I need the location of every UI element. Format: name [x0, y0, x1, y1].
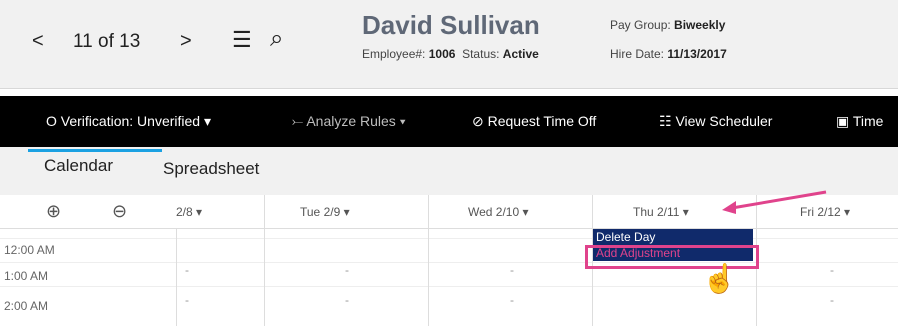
hand-cursor-icon: ☝	[702, 263, 737, 294]
time-label: 12:00 AM	[4, 243, 55, 257]
column-divider	[428, 195, 429, 228]
column-divider	[428, 228, 429, 326]
time-row: 2:00 AM - - - -	[0, 286, 898, 313]
request-time-off-button[interactable]: ⊘ Request Time Off	[472, 113, 596, 130]
action-toolbar: O Verification: Unverified ▾ ⤚ Analyze R…	[0, 96, 898, 147]
employee-meta: Employee#: 1006 Status: Active	[362, 47, 539, 61]
view-scheduler-button[interactable]: ☷ View Scheduler	[659, 113, 772, 130]
pay-group: Pay Group: Biweekly	[610, 18, 726, 32]
column-divider	[176, 228, 177, 326]
empty-cell: -	[510, 263, 514, 277]
column-divider	[264, 228, 265, 326]
time-row: 12:00 AM	[0, 238, 898, 263]
analyze-rules-button[interactable]: ⤚ Analyze Rules ▾	[292, 113, 406, 130]
day-header[interactable]: Wed 2/10 ▾	[468, 205, 529, 219]
menu-item-delete-day[interactable]: Delete Day	[593, 229, 753, 245]
employee-name: David Sullivan	[362, 10, 540, 40]
empty-cell: -	[830, 293, 834, 307]
search-icon[interactable]: ⌕	[270, 25, 283, 53]
hire-date: Hire Date: 11/13/2017	[610, 47, 727, 61]
employee-counter: 11 of 13	[73, 31, 141, 52]
empty-cell: -	[345, 263, 349, 277]
empty-cell: -	[185, 263, 189, 277]
tab-spreadsheet[interactable]: Spreadsheet	[163, 159, 259, 179]
time-label: 1:00 AM	[4, 269, 49, 283]
column-divider	[756, 228, 757, 326]
empty-cell: -	[345, 293, 349, 307]
time-label: 2:00 AM	[4, 299, 49, 313]
empty-cell: -	[185, 293, 189, 307]
annotation-arrow-icon	[722, 190, 827, 214]
tab-calendar[interactable]: Calendar	[28, 149, 162, 176]
tab-bar: Calendar Spreadsheet	[0, 147, 898, 195]
time-row: 1:00 AM - - - -	[0, 262, 898, 287]
column-divider	[592, 195, 593, 228]
zoom-in-icon[interactable]: ⊕	[46, 201, 61, 222]
empty-cell: -	[830, 263, 834, 277]
employee-header: < 11 of 13 > ☰ ⌕ David Sullivan Employee…	[0, 0, 898, 89]
empty-cell: -	[510, 293, 514, 307]
zoom-out-icon[interactable]: ⊖	[112, 201, 127, 222]
day-header[interactable]: Thu 2/11 ▾	[633, 205, 689, 219]
verification-dropdown[interactable]: O Verification: Unverified ▾	[46, 113, 211, 130]
day-header[interactable]: Tue 2/9 ▾	[300, 205, 350, 219]
list-icon[interactable]: ☰	[232, 27, 252, 53]
next-employee-icon[interactable]: >	[180, 30, 192, 53]
column-divider	[264, 195, 265, 228]
previous-employee-icon[interactable]: <	[32, 30, 44, 53]
time-button[interactable]: ▣ Time	[836, 113, 883, 130]
day-header[interactable]: 2/8 ▾	[176, 205, 202, 219]
